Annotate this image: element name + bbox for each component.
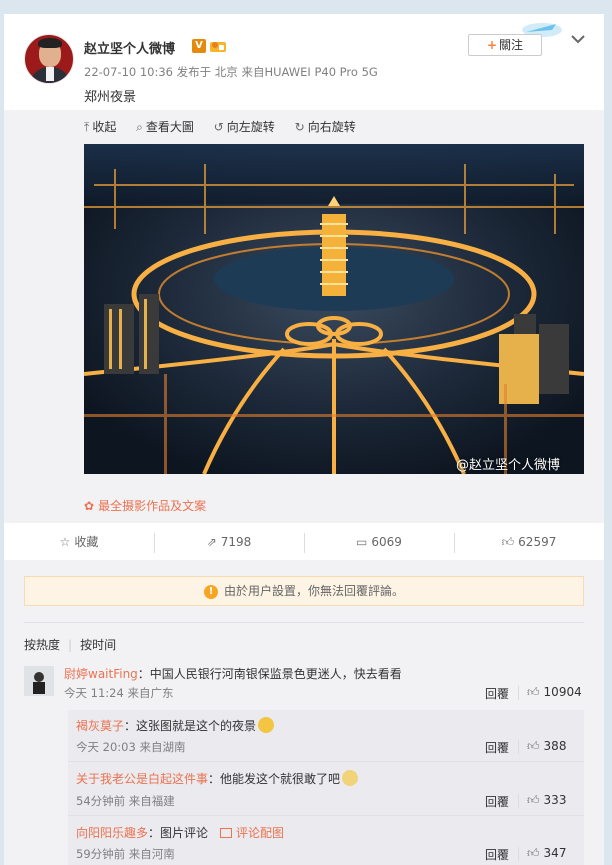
action-bar: ☆ 收藏 ⇗ 7198 ▭ 6069 👍︎ 62597 xyxy=(4,522,604,560)
dog-emoji-icon xyxy=(342,770,359,786)
author-avatar[interactable] xyxy=(24,34,74,84)
warning-icon: ! xyxy=(203,584,218,599)
divider xyxy=(518,686,519,700)
follow-button[interactable]: + 關注 xyxy=(468,34,542,56)
rotate-left-button[interactable]: ↺ 向左旋转 xyxy=(214,118,275,135)
tab-sort-by-hot[interactable]: 按热度 xyxy=(24,638,60,652)
zoom-icon: ⌕ xyxy=(136,120,143,134)
reply-button[interactable]: 回覆 xyxy=(485,739,509,756)
favorite-button[interactable]: ☆ 收藏 xyxy=(4,523,154,561)
repost-button[interactable]: ⇗ 7198 xyxy=(154,523,304,561)
repost-icon: ⇗ xyxy=(206,535,217,549)
sub-comment-text: 褐灰莫子：这张图就是这个的夜景 xyxy=(76,717,275,734)
sub-comment-username[interactable]: 褐灰莫子 xyxy=(76,719,124,733)
divider xyxy=(24,622,584,623)
flower-icon: ✿ xyxy=(84,499,95,513)
verified-badge-icon: V xyxy=(192,39,206,53)
sub-comment-like-button[interactable]: 👍︎ 388 xyxy=(527,739,566,754)
star-icon: ☆ xyxy=(59,535,71,549)
photo-watermark: @赵立坚个人微博 xyxy=(456,458,561,473)
comment-icon: ▭ xyxy=(356,535,368,549)
view-large-button[interactable]: ⌕ 查看大圖 xyxy=(136,118,194,135)
collapse-icon: ⤒ xyxy=(84,120,90,134)
thumbs-up-icon: 👍︎ xyxy=(527,793,540,807)
reply-button[interactable]: 回覆 xyxy=(485,846,509,863)
thumbs-up-icon: 👍︎ xyxy=(527,739,540,753)
sort-tabs: 按热度 | 按时间 xyxy=(24,638,117,652)
comment-image-link[interactable]: 评论配图 xyxy=(236,826,284,840)
sub-comment-meta: 今天 20:03 来自湖南 xyxy=(76,740,186,754)
image-icon xyxy=(220,828,233,838)
member-level-icon xyxy=(210,42,226,52)
comment-meta: 今天 11:24 来自广东 xyxy=(64,686,174,700)
thumbs-up-icon: 👍︎ xyxy=(501,535,515,549)
divider xyxy=(68,761,584,762)
commenter-avatar[interactable] xyxy=(24,666,54,696)
comment-disabled-notice: ! 由於用户設置，你無法回覆評論。 xyxy=(24,576,584,606)
comment-username[interactable]: 尉婷waitFing xyxy=(64,667,138,681)
laugh-emoji-icon xyxy=(258,717,275,733)
collapse-button[interactable]: ⤒ 收起 xyxy=(84,118,116,135)
reply-button[interactable]: 回覆 xyxy=(485,685,509,702)
sub-comment-username[interactable]: 关于我老公是白起这件事 xyxy=(76,772,208,786)
divider xyxy=(68,815,584,816)
divider xyxy=(518,740,519,754)
sub-comment-text: 关于我老公是白起这件事：他能发这个就很敢了吧 xyxy=(76,770,359,787)
sub-comment-text: 向阳阳乐趣多：图片评论 评论配图 xyxy=(76,826,285,840)
post-text: 郑州夜景 xyxy=(84,90,137,105)
sub-comment-like-button[interactable]: 👍︎ 333 xyxy=(527,793,566,808)
comment-like-button[interactable]: 👍︎ 10904 xyxy=(527,685,582,700)
zhengzhou-night-photo[interactable] xyxy=(84,144,584,474)
author-name[interactable]: 赵立坚个人微博 xyxy=(84,38,175,57)
weibo-post-card: 赵立坚个人微博 V 22-07-10 10:36 发布于 北京 来自HUAWEI… xyxy=(4,14,604,865)
thumbs-up-icon: 👍︎ xyxy=(527,685,540,699)
comment-button[interactable]: ▭ 6069 xyxy=(304,523,454,561)
rotate-right-button[interactable]: ↻ 向右旋转 xyxy=(295,118,356,135)
reply-button[interactable]: 回覆 xyxy=(485,793,509,810)
divider xyxy=(518,847,519,861)
photo-source-link[interactable]: ✿ 最全摄影作品及文案 xyxy=(84,497,206,514)
media-toolbar: ⤒ 收起 ⌕ 查看大圖 ↺ 向左旋转 ↻ 向右旋转 xyxy=(84,118,372,134)
comment-text: 尉婷waitFing：中国人民银行河南银保监景色更迷人，快去看看 xyxy=(64,667,402,681)
sub-comment-like-button[interactable]: 👍︎ 347 xyxy=(527,846,566,861)
post-meta: 22-07-10 10:36 发布于 北京 来自HUAWEI P40 Pro 5… xyxy=(84,65,378,79)
divider xyxy=(518,794,519,808)
sub-comment-meta: 54分钟前 来自福建 xyxy=(76,794,175,808)
thumbs-up-icon: 👍︎ xyxy=(527,846,540,860)
sub-comment-meta: 59分钟前 来自河南 xyxy=(76,847,175,861)
sub-comment-username[interactable]: 向阳阳乐趣多 xyxy=(76,826,148,840)
tab-sort-by-time[interactable]: 按时间 xyxy=(80,638,116,652)
rotate-right-icon: ↻ xyxy=(294,120,305,134)
rotate-left-icon: ↺ xyxy=(213,120,224,134)
chevron-down-icon[interactable] xyxy=(570,32,586,46)
like-button[interactable]: 👍︎ 62597 xyxy=(454,523,604,561)
